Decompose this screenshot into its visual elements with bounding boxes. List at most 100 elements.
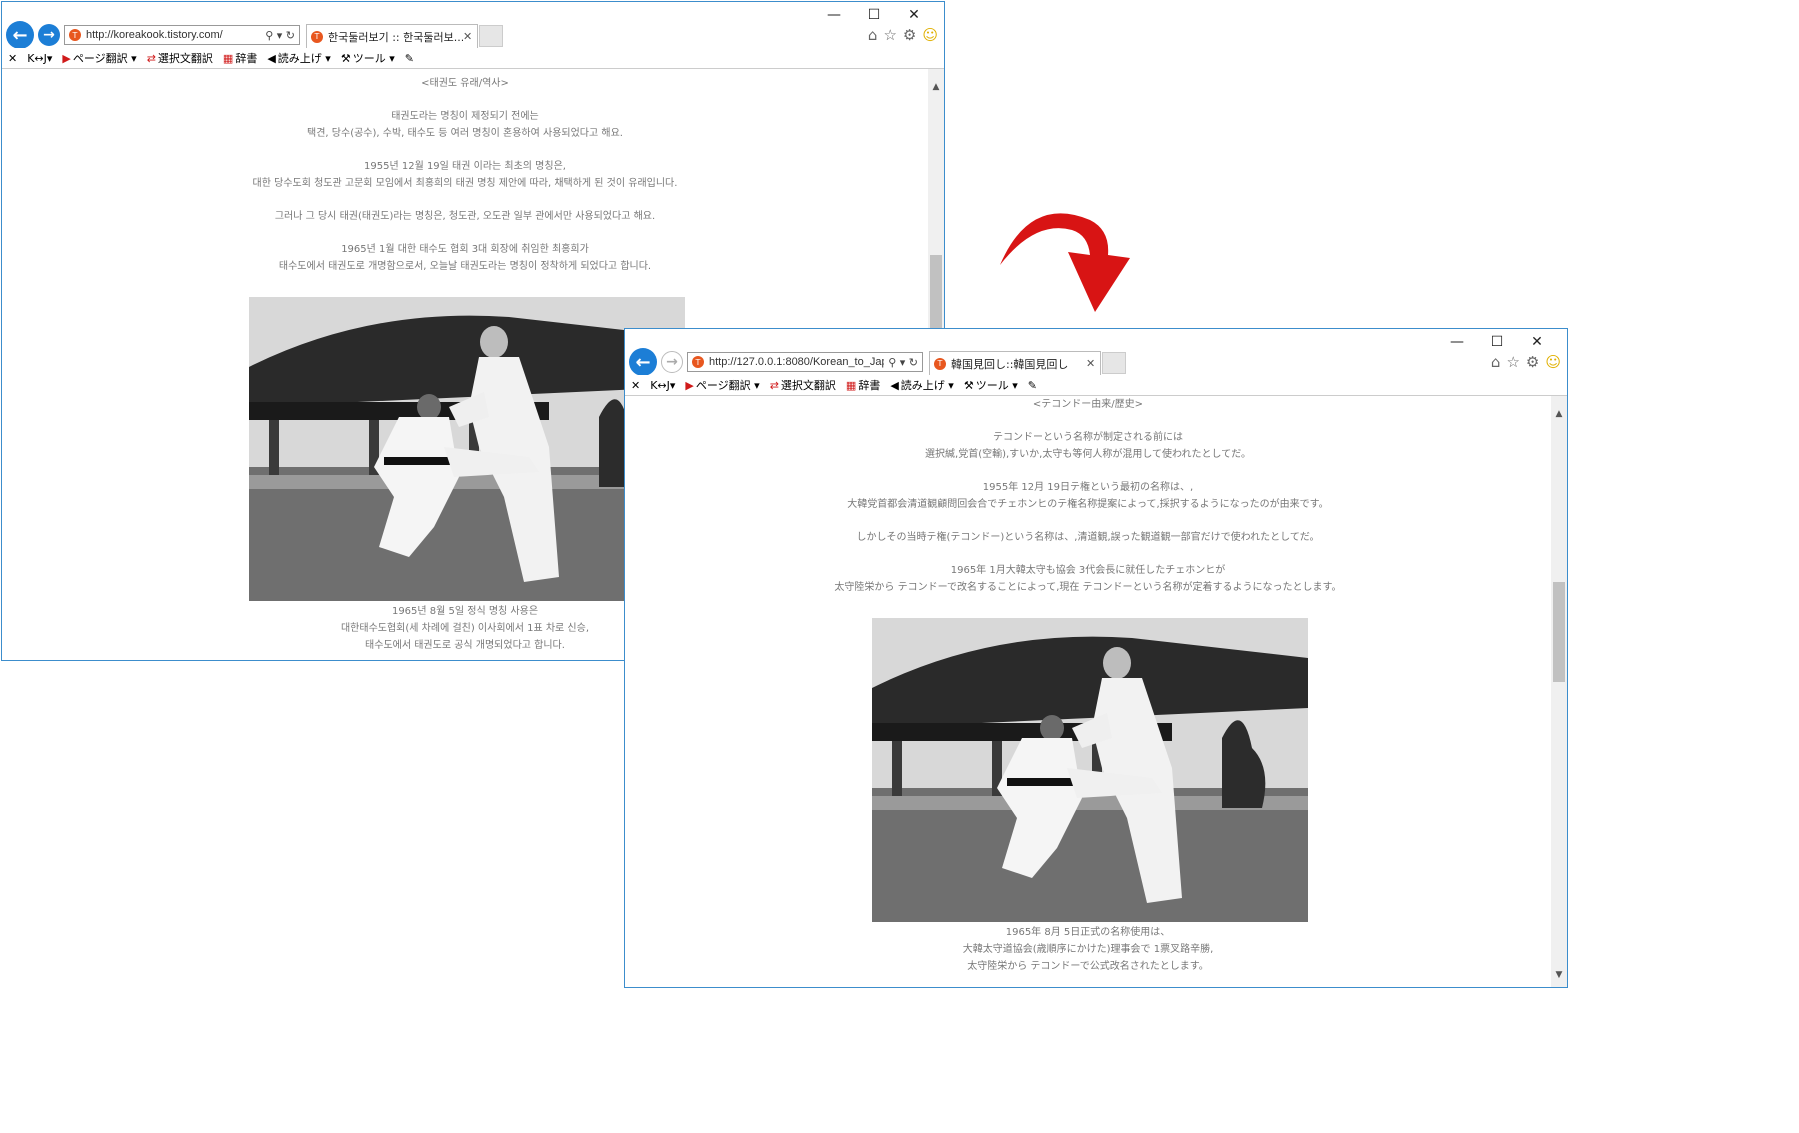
url-text[interactable]: http://127.0.0.1:8080/Korean_to_Japa [709,356,884,368]
home-icon[interactable]: ⌂ [1491,353,1501,371]
help-icon[interactable]: ✎ [1028,379,1037,392]
translate-icon: ⇄ [769,378,779,392]
address-tools[interactable]: ⚲ ▾ ↻ [884,356,922,369]
back-arrow-icon[interactable]: ← [629,348,657,376]
dictionary-icon: ▦ [222,51,234,65]
scroll-thumb[interactable] [1553,582,1565,682]
gear-icon[interactable]: ⚙ [1526,353,1539,371]
new-tab-button[interactable] [479,25,503,47]
dictionary-button[interactable]: ▦ 辞書 [223,50,257,66]
selection-translate-label: 選択文翻訳 [157,52,213,65]
paragraph-2-line-2: 大韓党首都会清道観顧問回会合でチェホンヒのテ権名称提案によって,採択するようにな… [847,499,1329,510]
caption-line-3: 태수도에서 태권도로 공식 개명되었다고 합니다. [365,640,565,651]
refresh-icon[interactable]: ↻ [286,29,295,42]
speaker-icon: ◀ [890,378,899,392]
forward-arrow-icon[interactable]: → [661,351,683,373]
maximize-button[interactable]: ☐ [854,6,894,24]
paragraph-3: 그러나 그 당시 태권(태권도)라는 명칭은, 청도관, 오도관 일부 관에서만… [2,208,928,225]
tab-close-icon[interactable]: ✕ [1086,357,1100,370]
refresh-icon[interactable]: ↻ [909,356,918,369]
maximize-button[interactable]: ☐ [1477,333,1517,351]
new-tab-button[interactable] [1102,352,1126,374]
scroll-up-icon[interactable]: ▲ [1551,406,1567,422]
translation-toolbar: ✕ K↔J▾ ▶ ページ翻訳 ▾ ⇄ 選択文翻訳 ▦ 辞書 ◀ 読み上げ ▾ ⚒ ツール … [625,375,1567,396]
home-icon[interactable]: ⌂ [868,26,878,44]
paragraph-2-line-1: 1955年 12月 19日テ権という最初の名称は、, [982,482,1194,493]
browser-icons: ⌂ ☆ ⚙ ☺ [1491,353,1561,371]
taekwondo-photo [249,297,685,601]
tools-label: ツール ▾ [975,379,1018,392]
search-icon[interactable]: ⚲ [888,356,896,369]
paragraph-4-line-1: 1965年 1月大韓太守も協会 3代会長に就任したチェホンヒが [950,565,1226,576]
scroll-down-icon[interactable]: ▼ [1551,967,1567,983]
window-controls: — ☐ ✕ [1437,333,1557,351]
scroll-up-icon[interactable]: ▲ [928,79,944,95]
back-arrow-icon[interactable]: ← [6,21,34,49]
close-button[interactable]: ✕ [1517,333,1557,351]
close-button[interactable]: ✕ [894,6,934,24]
minimize-button[interactable]: — [1437,333,1477,351]
paragraph-4-line-2: 태수도에서 태권도로 개명함으로서, 오늘날 태권도라는 명칭이 정착하게 되었… [278,261,652,272]
tool-icon: ⚒ [963,378,974,392]
tools-label: ツール ▾ [352,52,395,65]
address-bar[interactable]: T http://127.0.0.1:8080/Korean_to_Japa ⚲… [687,352,923,372]
tab-close-icon[interactable]: ✕ [463,30,477,43]
page-translate-button[interactable]: ▶ ページ翻訳 ▾ [62,50,136,66]
title-bar: — ☐ ✕ ← → T http://127.0.0.1:8080/Korean… [625,329,1567,381]
caption-line-3: 太守陸栄から テコンドーで公式改名されたとします。 [967,961,1209,972]
page-translate-label: ページ翻訳 ▾ [695,379,760,392]
translate-icon: ⇄ [146,51,156,65]
title-bar: — ☐ ✕ ← → T http://koreakook.tistory.com… [2,2,944,54]
page-translate-button[interactable]: ▶ ページ翻訳 ▾ [685,377,759,393]
browser-tab[interactable]: T 한국둘러보기 :: 한국둘러보... ✕ [306,24,478,48]
star-icon[interactable]: ☆ [1506,353,1519,371]
tool-icon: ⚒ [340,51,351,65]
browser-tab[interactable]: T 韓国見回し::韓国見回し ✕ [929,351,1101,375]
help-icon[interactable]: ✎ [405,52,414,65]
tools-button[interactable]: ⚒ ツール ▾ [964,377,1018,393]
url-text[interactable]: http://koreakook.tistory.com/ [86,29,261,41]
play-icon: ▶ [62,51,71,65]
red-curved-arrow-icon [1000,213,1130,312]
dictionary-icon: ▦ [845,378,857,392]
site-favicon-icon: T [69,29,81,41]
paragraph-3: しかしその当時テ権(テコンドー)という名称は、,清道観,誤った観道観一部官だけで… [625,529,1551,546]
kj-direction-button[interactable]: K↔J▾ [650,379,675,392]
read-aloud-button[interactable]: ◀ 読み上げ ▾ [267,50,331,66]
paragraph-4-line-1: 1965년 1월 대한 태수도 협회 3대 회장에 취임한 최홍희가 [341,244,589,255]
star-icon[interactable]: ☆ [883,26,896,44]
dictionary-button[interactable]: ▦ 辞書 [846,377,880,393]
kj-direction-button[interactable]: K↔J▾ [27,52,52,65]
browser-icons: ⌂ ☆ ⚙ ☺ [868,26,938,44]
dictionary-label: 辞書 [235,52,258,65]
forward-arrow-icon[interactable]: → [38,24,60,46]
site-favicon-icon: T [692,356,704,368]
tools-button[interactable]: ⚒ ツール ▾ [341,50,395,66]
caption-line-2: 대한태수도협회(세 차례에 걸친) 이사회에서 1표 차로 신승, [340,623,590,634]
smiley-icon[interactable]: ☺ [922,26,938,44]
smiley-icon[interactable]: ☺ [1545,353,1561,371]
paragraph-1-line-1: テコンドーという名称が制定される前には [993,432,1183,443]
minimize-button[interactable]: — [814,6,854,24]
address-tools[interactable]: ⚲ ▾ ↻ [261,29,299,42]
gear-icon[interactable]: ⚙ [903,26,916,44]
caption-line-1: 1965年 8月 5日正式の名称使用は、 [1005,927,1171,938]
photo-illustration [249,297,685,601]
tab-favicon-icon: T [934,357,946,370]
read-aloud-button[interactable]: ◀ 読み上げ ▾ [890,377,954,393]
dictionary-label: 辞書 [858,379,881,392]
caption-line-1: 1965년 8월 5일 정식 명칭 사용은 [391,606,539,617]
toolbar-close-icon[interactable]: ✕ [631,379,640,392]
vertical-scrollbar[interactable]: ▲ ▼ [1551,396,1567,987]
paragraph-2-line-1: 1955년 12월 19일 태권 이라는 최초의 명칭은, [364,161,566,172]
selection-translate-label: 選択文翻訳 [780,379,836,392]
search-icon[interactable]: ⚲ [265,29,273,42]
selection-translate-button[interactable]: ⇄ 選択文翻訳 [770,377,836,393]
toolbar-close-icon[interactable]: ✕ [8,52,17,65]
taekwondo-photo [872,618,1308,922]
selection-translate-button[interactable]: ⇄ 選択文翻訳 [147,50,213,66]
read-aloud-label: 読み上げ ▾ [900,379,954,392]
tab-title: 韓国見回し::韓国見回し [951,357,1069,371]
paragraph-1: 태권도라는 명칭이 제정되기 전에는 택견, 당수(공수), 수박, 태수도 등 … [2,108,928,142]
address-bar[interactable]: T http://koreakook.tistory.com/ ⚲ ▾ ↻ [64,25,300,45]
